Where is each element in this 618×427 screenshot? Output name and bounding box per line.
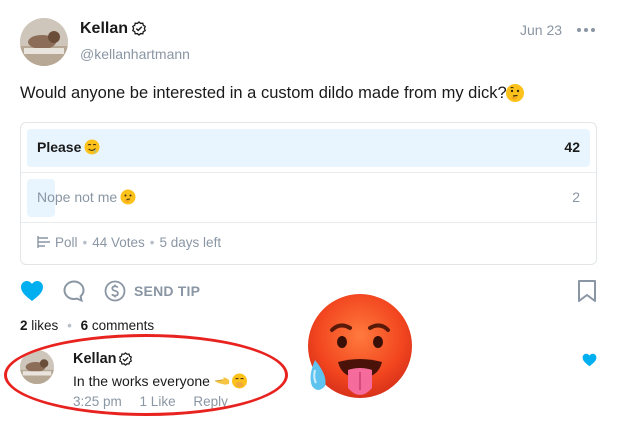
poll: Please 42 Nope not me 2 Poll • 44 Votes …	[20, 122, 597, 265]
poll-option-label: Nope not me	[37, 189, 136, 205]
thinking-face-emoji-icon	[506, 84, 524, 102]
poll-option-nope[interactable]: Nope not me 2	[21, 173, 596, 223]
annotation-ellipse	[4, 334, 288, 416]
comments-label[interactable]: comments	[92, 318, 154, 333]
poll-option-count: 42	[564, 139, 580, 155]
post-stats: 2 likes • 6 comments	[20, 318, 155, 333]
author-handle[interactable]: @kellanhartmann	[80, 46, 190, 62]
poll-option-count: 2	[572, 189, 580, 205]
author-name[interactable]: Kellan	[80, 20, 128, 38]
poll-option-label: Please	[37, 139, 100, 155]
poll-time-left: 5 days left	[159, 235, 222, 250]
dollar-circle-icon	[104, 280, 126, 302]
likes-label[interactable]: likes	[31, 318, 58, 333]
comment-icon[interactable]	[62, 279, 86, 303]
post-card: Kellan @kellanhartmann Jun 23 Would anyo…	[0, 0, 618, 427]
comments-count[interactable]: 6	[81, 318, 89, 333]
hot-face-emoji-icon	[308, 294, 412, 398]
more-options-icon[interactable]	[576, 22, 596, 38]
poll-footer: Poll • 44 Votes • 5 days left	[37, 235, 221, 250]
author-avatar[interactable]	[20, 18, 68, 66]
likes-count[interactable]: 2	[20, 318, 28, 333]
drooling-face-emoji-icon	[84, 139, 100, 155]
poll-bar-fill	[27, 129, 590, 167]
poll-icon	[37, 236, 50, 248]
post-date: Jun 23	[520, 22, 563, 38]
bookmark-icon[interactable]	[576, 279, 598, 303]
like-heart-icon[interactable]	[20, 280, 44, 302]
send-tip-button[interactable]: SEND TIP	[104, 278, 200, 304]
poll-votes: 44 Votes	[92, 235, 145, 250]
post-text: Would anyone be interested in a custom d…	[20, 84, 507, 102]
verified-badge-icon	[131, 21, 147, 36]
thinking-face-emoji-icon	[120, 189, 136, 205]
send-tip-label: SEND TIP	[134, 283, 201, 299]
poll-type-label: Poll	[55, 235, 78, 250]
comment-like-heart-icon[interactable]	[582, 353, 597, 367]
poll-option-please[interactable]: Please 42	[21, 123, 596, 173]
